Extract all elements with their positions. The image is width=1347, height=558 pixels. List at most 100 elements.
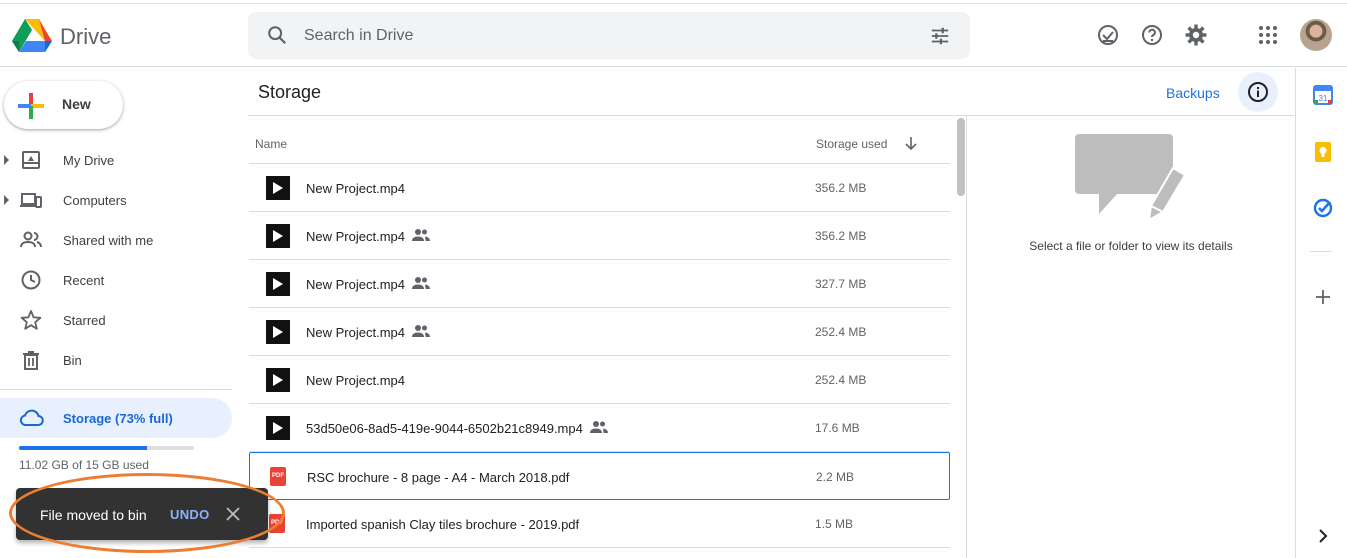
sidebar-item-storage[interactable]: Storage (73% full)	[0, 398, 232, 438]
sidebar-divider	[0, 389, 232, 390]
calendar-icon[interactable]: 31	[1313, 85, 1333, 105]
video-thumbnail-icon	[266, 224, 290, 248]
shared-people-icon	[412, 276, 430, 290]
search-icon[interactable]	[266, 24, 288, 46]
storage-quota-fill	[19, 446, 147, 450]
scrollbar-thumb[interactable]	[957, 118, 965, 196]
video-thumbnail-icon	[266, 368, 290, 392]
file-row[interactable]: New Project.mp4 356.2 MB	[249, 164, 950, 212]
close-icon[interactable]	[226, 507, 240, 521]
help-icon[interactable]	[1140, 23, 1164, 47]
details-panel: Select a file or folder to view its deta…	[966, 116, 1294, 558]
snackbar: File moved to bin UNDO	[16, 488, 268, 540]
keep-icon[interactable]	[1313, 142, 1333, 162]
shared-people-icon	[412, 324, 430, 338]
pdf-file-icon: PDF	[269, 514, 285, 533]
file-row[interactable]: New Project.mp4 356.2 MB	[249, 212, 950, 260]
info-icon	[1248, 82, 1268, 102]
cloud-icon	[19, 409, 44, 426]
file-row[interactable]: PDF Imported spanish Clay tiles brochure …	[249, 500, 950, 548]
file-row[interactable]: 53d50e06-8ad5-419e-9044-6502b21c8949.mp4…	[249, 404, 950, 452]
sort-descending-icon[interactable]	[903, 135, 919, 151]
ready-for-offline-icon[interactable]	[1096, 23, 1120, 47]
sidebar-item-recent[interactable]: Recent	[0, 262, 232, 298]
new-button-label: New	[62, 96, 91, 112]
file-size: 2.2 MB	[816, 470, 855, 484]
new-button[interactable]: New	[4, 81, 123, 129]
file-size: 17.6 MB	[815, 421, 860, 435]
file-size: 356.2 MB	[815, 181, 867, 195]
column-header-storage-used[interactable]: Storage used	[816, 137, 887, 151]
file-row[interactable]: New Project.mp4 327.7 MB	[249, 260, 950, 308]
file-name: RSC brochure - 8 page - A4 - March 2018.…	[307, 470, 570, 485]
sidebar-item-starred[interactable]: Starred	[0, 302, 232, 338]
account-avatar[interactable]	[1300, 19, 1332, 51]
tasks-icon[interactable]	[1313, 198, 1333, 218]
video-thumbnail-icon	[266, 272, 290, 296]
file-name: New Project.mp4	[306, 325, 405, 340]
backups-link[interactable]: Backups	[1166, 85, 1220, 101]
search-bar[interactable]	[248, 12, 970, 59]
file-row[interactable]: PDF RSC brochure - 8 page - A4 - March 20…	[249, 452, 950, 500]
clock-icon	[21, 270, 41, 290]
pdf-file-icon: PDF	[270, 467, 286, 486]
column-header-name[interactable]: Name	[255, 137, 287, 151]
settings-icon[interactable]	[1184, 23, 1208, 47]
file-name: New Project.mp4	[306, 181, 405, 196]
storage-usage-text: 11.02 GB of 15 GB used	[19, 458, 149, 472]
video-thumbnail-icon	[266, 320, 290, 344]
file-name: New Project.mp4	[306, 373, 405, 388]
add-icon[interactable]	[1313, 287, 1333, 307]
view-details-button[interactable]	[1238, 72, 1278, 112]
svg-text:31: 31	[1319, 94, 1328, 103]
app-title[interactable]: Drive	[60, 24, 111, 50]
file-list: Name Storage used New Project.mp4 356.2 M…	[249, 116, 950, 558]
search-input[interactable]	[304, 12, 904, 59]
sidebar-item-label: Shared with me	[63, 233, 154, 248]
sidebar-item-computers[interactable]: Computers	[0, 182, 232, 218]
sidebar-item-bin[interactable]: Bin	[0, 342, 232, 378]
trash-icon	[23, 351, 39, 370]
file-name: 53d50e06-8ad5-419e-9044-6502b21c8949.mp4	[306, 421, 583, 436]
file-size: 327.7 MB	[815, 277, 867, 291]
expand-caret-icon[interactable]	[4, 155, 9, 165]
file-name: Imported spanish Clay tiles brochure - 2…	[306, 517, 580, 532]
video-thumbnail-icon	[266, 176, 290, 200]
computers-icon	[20, 193, 42, 208]
details-empty-message: Select a file or folder to view its deta…	[1029, 239, 1233, 253]
sidebar-item-label: Bin	[63, 353, 82, 368]
star-icon	[20, 310, 42, 330]
storage-quota-bar	[19, 446, 194, 450]
expand-caret-icon[interactable]	[4, 195, 9, 205]
sidebar-item-shared-with-me[interactable]: Shared with me	[0, 222, 232, 258]
sidebar-item-label: Starred	[63, 313, 106, 328]
file-list-header: Name Storage used	[249, 116, 950, 164]
top-header: Drive	[0, 4, 1347, 67]
undo-button[interactable]: UNDO	[170, 507, 209, 522]
file-name: New Project.mp4	[306, 277, 405, 292]
sidebar-item-label: My Drive	[63, 153, 115, 168]
side-panel: 31	[1295, 68, 1347, 558]
drive-logo-icon[interactable]	[12, 17, 52, 53]
sidebar-item-label: Computers	[63, 193, 127, 208]
file-row[interactable]: New Project.mp4 252.4 MB	[249, 356, 950, 404]
snackbar-message: File moved to bin	[40, 507, 147, 523]
shared-people-icon	[590, 420, 608, 434]
apps-grid-icon[interactable]	[1256, 23, 1280, 47]
search-options-icon[interactable]	[929, 25, 951, 47]
file-size: 252.4 MB	[815, 373, 867, 387]
file-size: 1.5 MB	[815, 517, 854, 531]
sidebar-item-label: Storage (73% full)	[63, 411, 173, 426]
side-panel-divider	[1310, 251, 1332, 252]
chevron-right-icon[interactable]	[1313, 526, 1333, 546]
file-row[interactable]: New Project.mp4 252.4 MB	[249, 308, 950, 356]
sidebar-item-label: Recent	[63, 273, 105, 288]
details-placeholder-illustration-icon	[1075, 134, 1187, 220]
shared-people-icon	[412, 228, 430, 242]
page-title: Storage	[258, 82, 322, 102]
video-thumbnail-icon	[266, 416, 290, 440]
file-name: New Project.mp4	[306, 229, 405, 244]
sidebar-item-my-drive[interactable]: My Drive	[0, 142, 232, 178]
my-drive-icon	[22, 151, 40, 169]
plus-icon	[18, 93, 44, 119]
